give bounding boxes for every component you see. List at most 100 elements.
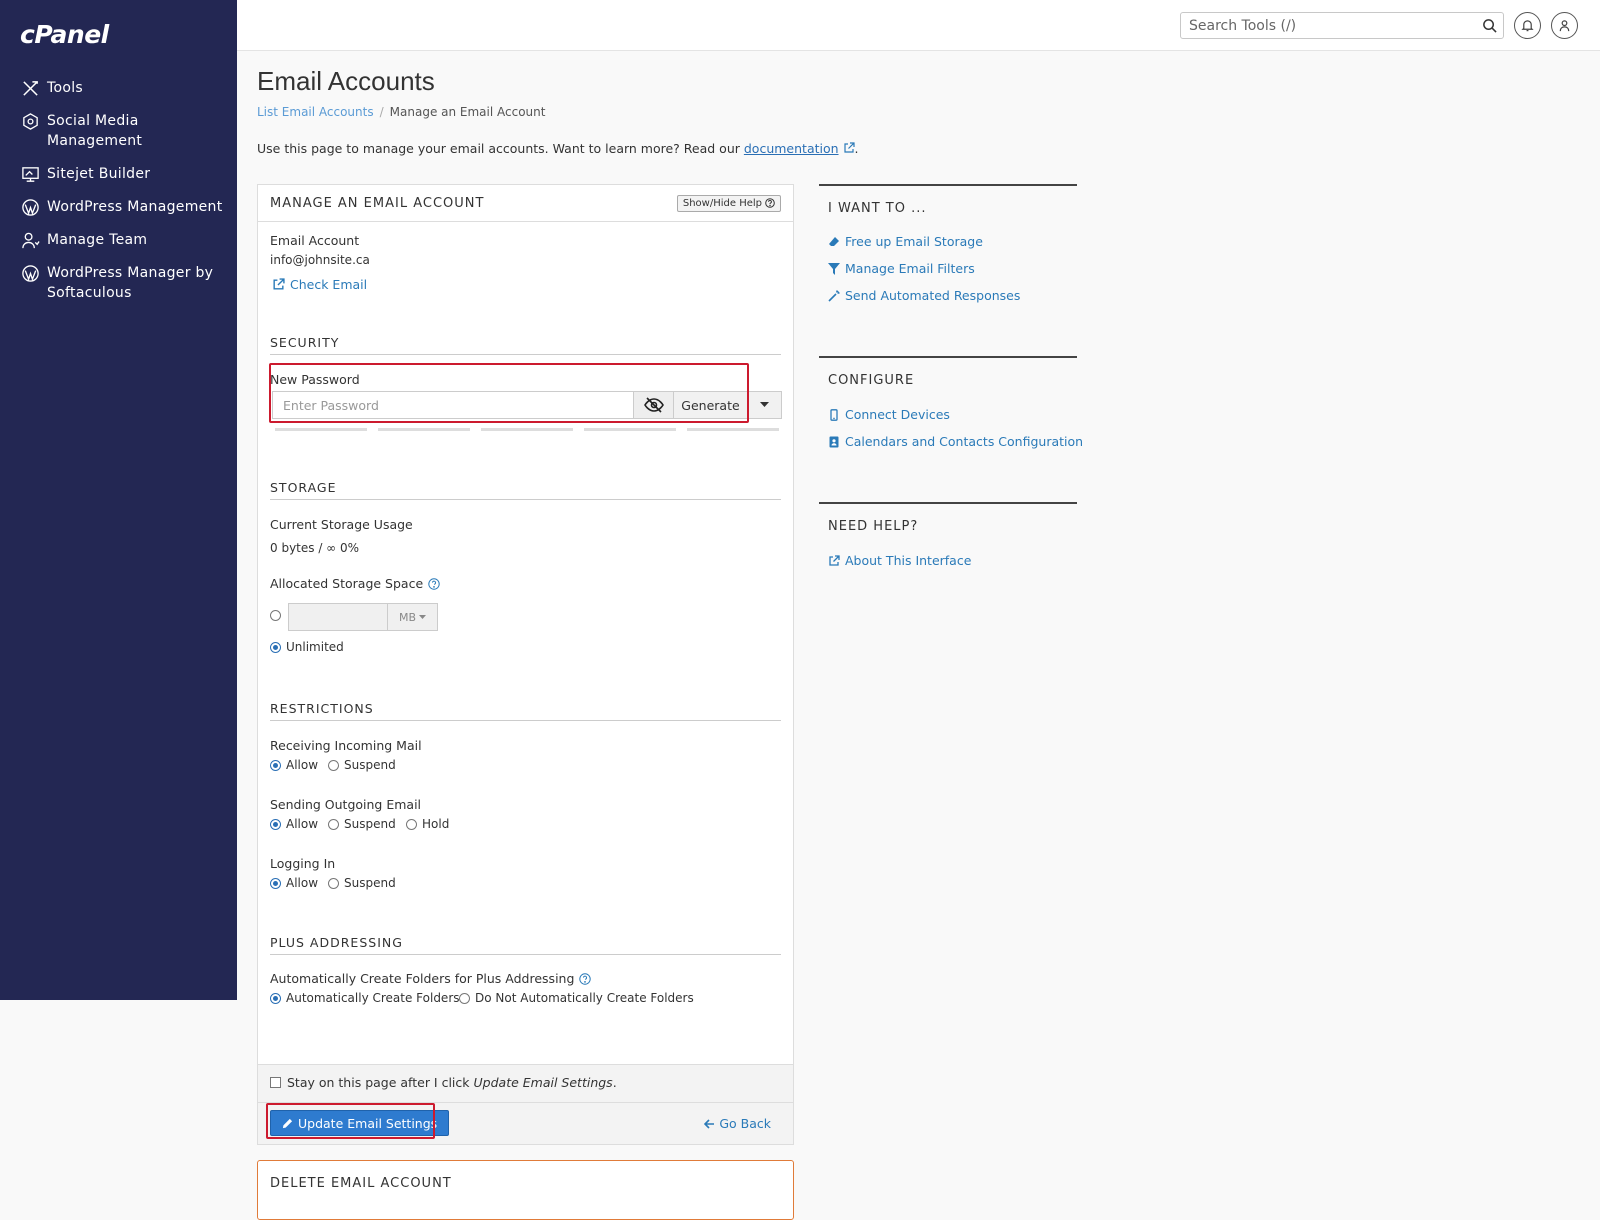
storage-unlimited-radio[interactable] [270,641,281,653]
outgoing-suspend-radio[interactable] [328,818,339,830]
topbar [237,0,1600,51]
panel-footer: Stay on this page after I click Update E… [258,1064,793,1144]
plus-no-create-option[interactable]: Do Not Automatically Create Folders [459,991,694,1005]
incoming-suspend-option[interactable]: Suspend [328,758,396,772]
sidebar-item-social-media[interactable]: Social Media Management [0,111,237,151]
sidebar-nav: Tools Social Media Management Sitejet Bu… [0,78,237,316]
login-suspend-radio[interactable] [328,877,339,889]
outgoing-email-label: Sending Outgoing Email [270,797,422,812]
help-icon[interactable] [579,972,592,985]
update-email-settings-button[interactable]: Update Email Settings [270,1110,450,1136]
sidebar-item-label: WordPress Management [47,199,223,215]
eraser-icon [829,236,839,246]
outgoing-hold-option[interactable]: Hold [406,817,449,831]
intro-end: . [854,141,859,156]
breadcrumb-list-email-accounts[interactable]: List Email Accounts [257,105,374,119]
sitejet-icon [20,164,40,184]
outgoing-hold-radio[interactable] [406,818,417,830]
password-input-group: Generate [272,391,782,419]
stay-emphasis: Update Email Settings [473,1075,613,1090]
i-want-to-section: I WANT TO ... Free up Email Storage Mana… [819,184,1077,324]
strength-segment [275,428,367,431]
stay-on-page-checkbox[interactable] [270,1077,281,1088]
incoming-allow-label: Allow [286,758,319,772]
generate-options-dropdown[interactable] [748,391,782,419]
new-password-input[interactable] [272,391,633,419]
bell-icon [1521,20,1534,32]
login-allow-radio[interactable] [270,877,281,889]
check-email-link[interactable]: Check Email [272,277,367,292]
toggle-password-visibility-button[interactable] [633,391,674,419]
sidebar-item-sitejet[interactable]: Sitejet Builder [0,164,237,184]
help-icon[interactable] [428,577,440,590]
storage-unit-select[interactable]: MB [388,603,438,631]
plus-auto-create-radio[interactable] [270,992,281,1004]
sidebar-item-wordpress-softaculous[interactable]: WordPress Manager by Softaculous [0,263,237,303]
sidebar-item-label: Tools [47,80,83,96]
link-label: Connect Devices [845,407,950,422]
sidebar-item-tools[interactable]: Tools [0,78,237,98]
search-icon[interactable] [1482,18,1497,33]
link-label: About This Interface [845,553,972,568]
generate-password-button[interactable]: Generate [674,391,748,419]
outgoing-allow-label: Allow [286,817,319,831]
search-box [1180,12,1504,39]
plus-no-create-radio[interactable] [459,992,470,1004]
page-intro: Use this page to manage your email accou… [257,141,859,156]
incoming-allow-radio[interactable] [270,759,281,771]
show-hide-help-button[interactable]: Show/Hide Help [676,194,781,212]
incoming-suspend-label: Suspend [344,758,396,772]
plus-addressing-label: Automatically Create Folders for Plus Ad… [270,971,592,986]
go-back-label: Go Back [719,1116,771,1131]
login-allow-option[interactable]: Allow [270,876,318,890]
calendars-contacts-link[interactable]: Calendars and Contacts Configuration [828,434,1083,449]
pencil-icon [282,1118,293,1128]
external-link-icon [843,142,855,153]
incoming-allow-option[interactable]: Allow [270,758,318,772]
outgoing-allow-radio[interactable] [270,818,281,830]
mobile-icon [830,408,838,421]
sidebar: cPanel Tools Social Media Management Sit… [0,0,237,1000]
arrow-left-icon [704,1118,715,1129]
cpanel-logo[interactable]: cPanel [20,20,109,49]
notifications-button[interactable] [1514,12,1541,39]
storage-quota-input[interactable] [288,603,388,631]
search-input[interactable] [1181,13,1471,38]
logging-in-label: Logging In [270,856,336,871]
storage-quota-group: MB [288,603,438,631]
storage-unlimited-option[interactable]: Unlimited [270,640,344,654]
go-back-link[interactable]: Go Back [704,1116,771,1131]
about-this-interface-link[interactable]: About This Interface [828,553,971,568]
stay-on-page-option[interactable]: Stay on this page after I click Update E… [270,1075,617,1090]
panel-title: MANAGE AN EMAIL ACCOUNT [270,195,485,211]
social-media-icon [20,111,40,131]
outgoing-allow-option[interactable]: Allow [270,817,318,831]
check-email-label: Check Email [290,277,368,292]
documentation-link[interactable]: documentation [744,141,839,156]
stay-on-page-label: Stay on this page after I click Update E… [287,1075,617,1090]
manage-email-filters-link[interactable]: Manage Email Filters [828,261,975,276]
configure-title: CONFIGURE [828,373,915,388]
breadcrumb: List Email Accounts / Manage an Email Acco… [257,105,545,119]
send-automated-responses-link[interactable]: Send Automated Responses [828,288,1020,303]
login-suspend-option[interactable]: Suspend [328,876,396,890]
manage-team-icon [20,230,40,250]
user-menu-button[interactable] [1551,12,1578,39]
plus-addressing-text: Automatically Create Folders for Plus Ad… [270,971,575,986]
connect-devices-link[interactable]: Connect Devices [828,407,950,422]
sidebar-item-manage-team[interactable]: Manage Team [0,230,237,250]
allocated-storage-text: Allocated Storage Space [270,576,424,591]
free-up-storage-link[interactable]: Free up Email Storage [828,234,983,249]
new-password-label: New Password [270,372,360,387]
incoming-suspend-radio[interactable] [328,759,339,771]
link-label: Send Automated Responses [845,288,1021,303]
plus-auto-create-option[interactable]: Automatically Create Folders [270,991,460,1005]
storage-custom-radio[interactable] [270,610,281,621]
strength-segment [378,428,470,431]
storage-unit-label: MB [398,610,417,624]
current-storage-usage-value: 0 bytes / ∞ 0% [270,541,360,555]
sidebar-item-wordpress-management[interactable]: WordPress Management [0,197,237,217]
outgoing-suspend-option[interactable]: Suspend [328,817,396,831]
password-strength-meter [275,428,779,431]
delete-panel-title: DELETE EMAIL ACCOUNT [270,1176,452,1191]
